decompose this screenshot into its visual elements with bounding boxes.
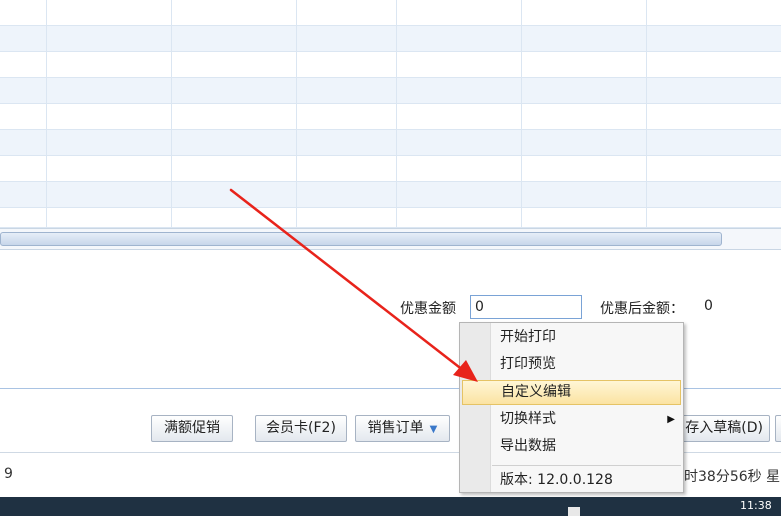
- table-row[interactable]: [0, 156, 781, 182]
- table-row[interactable]: [0, 52, 781, 78]
- column-divider: [296, 0, 297, 228]
- data-grid[interactable]: [0, 0, 781, 228]
- column-divider: [521, 0, 522, 228]
- sales-order-button-label: 销售订单: [367, 420, 424, 436]
- table-row[interactable]: [0, 130, 781, 156]
- menu-item-label: 导出数据: [500, 438, 556, 454]
- menu-item-print-preview[interactable]: 打印预览: [462, 352, 681, 377]
- dropdown-arrow-icon: ▼: [429, 424, 438, 435]
- sales-order-button[interactable]: 销售订单 ▼: [355, 415, 450, 442]
- member-card-button[interactable]: 会员卡(F2): [255, 415, 347, 442]
- full-discount-button[interactable]: 满额促销: [151, 415, 233, 442]
- print-context-menu: 开始打印 打印预览 自定义编辑 切换样式 ▶ 导出数据 版本: 12.0.0.1…: [459, 322, 684, 493]
- column-divider: [46, 0, 47, 228]
- amount-after-discount-label: 优惠后金额：: [600, 301, 684, 317]
- menu-item-custom-edit[interactable]: 自定义编辑: [462, 380, 681, 405]
- member-card-button-label: 会员卡(F2): [266, 420, 336, 436]
- taskbar-clock: 11:38: [740, 499, 772, 512]
- table-row[interactable]: [0, 208, 781, 228]
- table-row[interactable]: [0, 104, 781, 130]
- version-label: 版本: 12.0.0.128: [500, 472, 613, 488]
- amount-after-discount-value: 0: [704, 298, 713, 314]
- discount-amount-label: 优惠金额: [400, 301, 456, 317]
- table-row[interactable]: [0, 26, 781, 52]
- menu-item-version: 版本: 12.0.0.128: [462, 468, 681, 493]
- status-count: 9: [4, 466, 13, 482]
- menu-item-label: 自定义编辑: [501, 384, 571, 400]
- menu-item-label: 打印预览: [500, 356, 556, 372]
- menu-item-start-print[interactable]: 开始打印: [462, 325, 681, 350]
- horizontal-scrollbar[interactable]: [0, 228, 781, 250]
- discount-amount-input[interactable]: [470, 295, 582, 319]
- submenu-arrow-icon: ▶: [667, 414, 675, 425]
- menu-item-switch-style[interactable]: 切换样式 ▶: [462, 407, 681, 432]
- column-divider: [646, 0, 647, 228]
- table-row[interactable]: [0, 0, 781, 26]
- save-draft-button-label: 存入草稿(D): [685, 420, 763, 436]
- table-row[interactable]: [0, 78, 781, 104]
- table-row[interactable]: [0, 182, 781, 208]
- scrollbar-thumb[interactable]: [0, 232, 722, 246]
- status-time: 时38分56秒 星: [684, 469, 781, 485]
- menu-separator: [492, 465, 681, 466]
- column-divider: [396, 0, 397, 228]
- menu-item-label: 开始打印: [500, 329, 556, 345]
- menu-item-export-data[interactable]: 导出数据: [462, 434, 681, 459]
- menu-item-label: 切换样式: [500, 411, 556, 427]
- partial-button[interactable]: [775, 415, 781, 442]
- full-discount-button-label: 满额促销: [164, 420, 220, 436]
- column-divider: [171, 0, 172, 228]
- taskbar-app-icon[interactable]: [568, 507, 580, 516]
- taskbar: 11:38: [0, 497, 781, 516]
